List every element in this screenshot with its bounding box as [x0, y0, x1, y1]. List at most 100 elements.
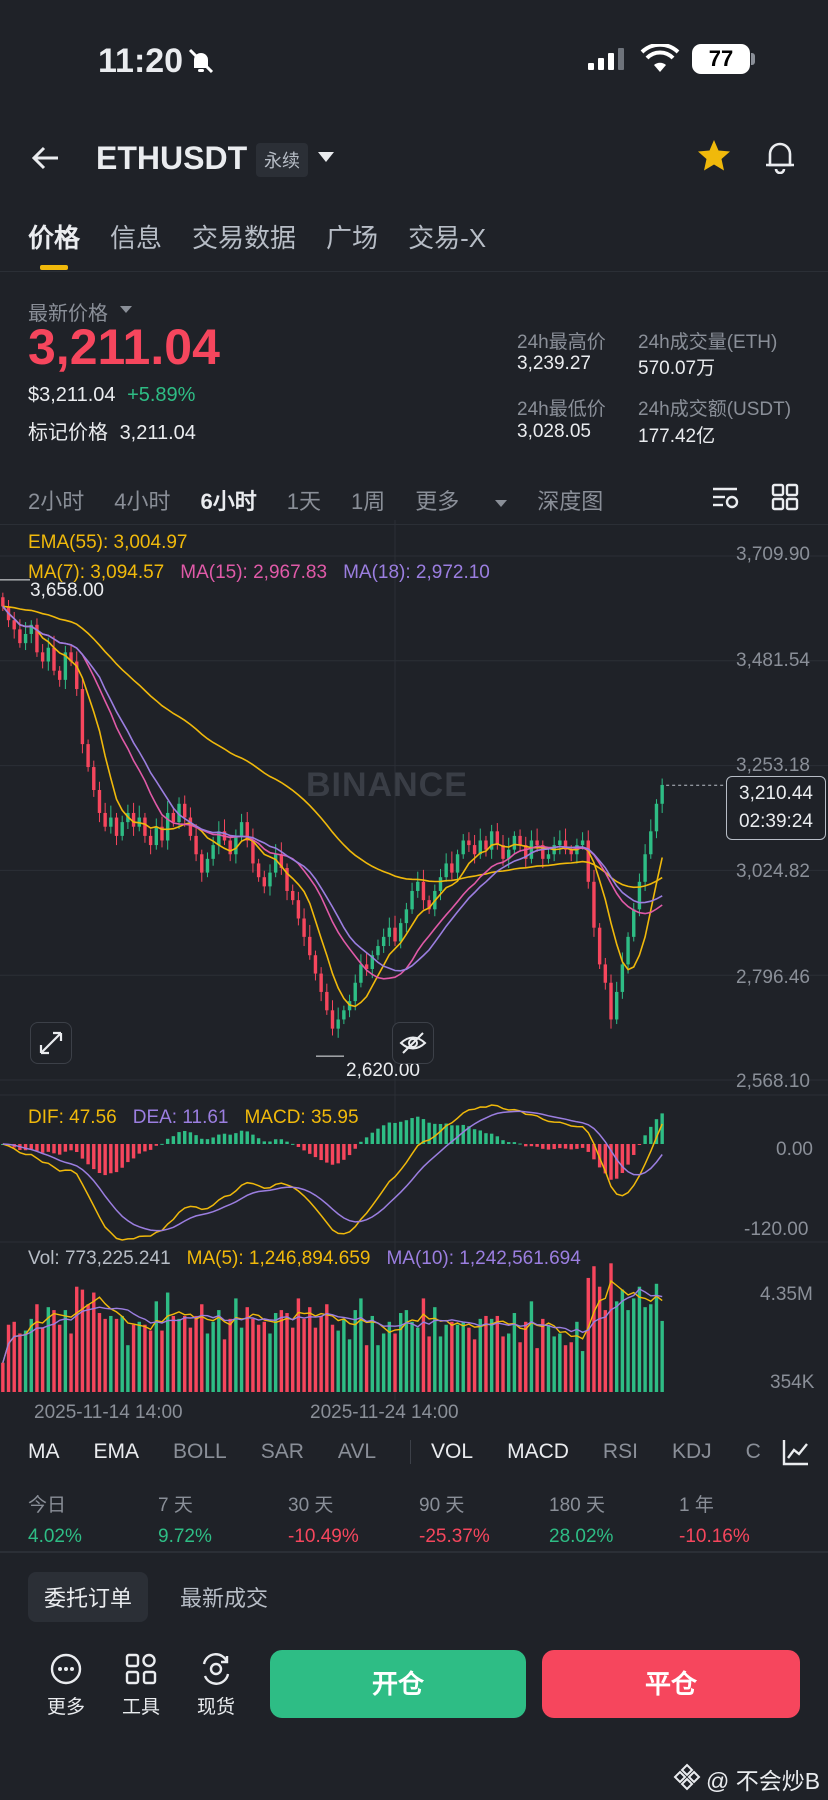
indicator-settings-icon[interactable] [780, 1436, 812, 1473]
wifi-icon [640, 42, 680, 79]
dea-line [2, 1110, 663, 1232]
contract-type-badge: 永续 [256, 143, 308, 177]
ind-tab-kdj[interactable]: KDJ [672, 1440, 712, 1464]
volume-bar [228, 1318, 232, 1392]
candle-body [296, 900, 301, 919]
hide-eye-icon[interactable] [392, 1022, 434, 1064]
volume-bar [313, 1327, 318, 1392]
candle-body [109, 817, 113, 827]
candle-body [330, 1010, 335, 1029]
ind-tab-c[interactable]: C [746, 1440, 761, 1464]
binance-logo-icon [672, 1762, 702, 1797]
bottom-tools[interactable]: 工具 [111, 1652, 171, 1719]
macd-bar [154, 1144, 159, 1146]
candle-body [438, 877, 443, 891]
chart-settings-icon[interactable] [710, 482, 740, 517]
macd-bar [200, 1138, 204, 1144]
tab-price[interactable]: 价格 [28, 218, 80, 255]
ind-tab-ema[interactable]: EMA [94, 1440, 140, 1464]
tab-trading-data[interactable]: 交易数据 [192, 218, 296, 255]
interval-more[interactable]: 更多 [415, 484, 508, 516]
macd-bar [558, 1144, 562, 1149]
price-chart[interactable] [0, 520, 828, 1420]
tab-square[interactable]: 广场 [326, 218, 378, 255]
bottom-spot-label: 现货 [196, 1697, 235, 1718]
bottom-tools-label: 工具 [121, 1697, 160, 1718]
candle-body [444, 863, 448, 878]
volume-bar [342, 1318, 346, 1392]
ind-tab-macd[interactable]: MACD [507, 1440, 569, 1464]
ind-tab-sar[interactable]: SAR [261, 1440, 304, 1464]
latest-price-dropdown-icon[interactable] [120, 306, 132, 313]
tab-recent-trades[interactable]: 最新成交 [180, 1581, 268, 1613]
symbol-title[interactable]: ETHUSDT [96, 140, 247, 177]
candle-body [183, 803, 187, 818]
volume-bar [376, 1345, 380, 1392]
silent-bell-icon [186, 46, 216, 81]
ind-tab-rsi[interactable]: RSI [603, 1440, 638, 1464]
depth-chart-tab[interactable]: 深度图 [537, 484, 603, 516]
ind-tab-boll[interactable]: BOLL [173, 1440, 227, 1464]
symbol-dropdown-icon[interactable] [318, 152, 334, 162]
volume-bar [92, 1292, 96, 1392]
volume-bar [535, 1348, 539, 1392]
interval-4h[interactable]: 4小时 [114, 484, 170, 516]
volume-bar [63, 1310, 68, 1392]
y-tick-0: 3,709.90 [736, 544, 810, 565]
candle-body [200, 854, 204, 873]
volume-bar [40, 1327, 45, 1392]
volume-bar [69, 1333, 73, 1392]
macd-bar [165, 1138, 170, 1144]
candle-body [376, 946, 380, 956]
candle-body [188, 817, 193, 836]
macd-bar [313, 1144, 318, 1158]
candle-body [399, 923, 403, 942]
macd-bar [501, 1140, 505, 1144]
volume-bar [416, 1327, 420, 1392]
macd-bar [46, 1144, 51, 1152]
volume-bar [484, 1315, 488, 1392]
volume-bar [97, 1313, 102, 1392]
candle-body [467, 840, 471, 846]
y-tick-5: 2,568.10 [736, 1071, 810, 1092]
status-time: 11:20 [98, 42, 184, 80]
candle-body [325, 991, 329, 1011]
volume-bar [165, 1292, 170, 1392]
candle-body [484, 840, 488, 850]
perf-today: 今日 4.02% [28, 1490, 82, 1548]
vol-tick-0: 4.35M [760, 1284, 813, 1305]
bottom-more[interactable]: 更多 [36, 1652, 96, 1719]
volume-bar [75, 1286, 79, 1392]
macd-bar [518, 1143, 522, 1145]
macd-bar [183, 1130, 187, 1144]
fullscreen-expand-icon[interactable] [30, 1022, 72, 1064]
macd-bar [438, 1123, 443, 1144]
bottom-spot[interactable]: 现货 [186, 1652, 246, 1719]
open-position-button[interactable]: 开仓 [270, 1650, 526, 1718]
macd-bar [512, 1142, 517, 1144]
ind-tab-vol[interactable]: VOL [431, 1440, 473, 1464]
notification-bell-icon[interactable] [762, 138, 798, 179]
tab-open-orders[interactable]: 委托订单 [28, 1572, 149, 1622]
tab-trade-x[interactable]: 交易-X [408, 218, 486, 255]
favorite-star-icon[interactable] [696, 138, 732, 179]
interval-1d[interactable]: 1天 [287, 484, 321, 516]
interval-2h[interactable]: 2小时 [28, 484, 84, 516]
macd-bar [245, 1131, 249, 1144]
interval-1w[interactable]: 1周 [351, 484, 385, 516]
close-position-button[interactable]: 平仓 [542, 1650, 800, 1718]
layout-grid-icon[interactable] [770, 482, 800, 517]
ind-tab-avl[interactable]: AVL [338, 1440, 376, 1464]
tabs-divider [0, 271, 828, 272]
candle-countdown: 02:39:24 [739, 811, 813, 832]
macd-bar [80, 1144, 85, 1159]
volume-bar [268, 1333, 272, 1392]
back-arrow-icon[interactable] [28, 140, 64, 181]
y-tick-1: 3,481.54 [736, 650, 810, 671]
volume-bar [273, 1313, 278, 1392]
macd-bar [381, 1125, 386, 1144]
macd-tick-0: 0.00 [776, 1139, 813, 1160]
ind-tab-ma[interactable]: MA [28, 1440, 60, 1464]
interval-6h[interactable]: 6小时 [201, 484, 257, 516]
tab-info[interactable]: 信息 [110, 218, 162, 255]
